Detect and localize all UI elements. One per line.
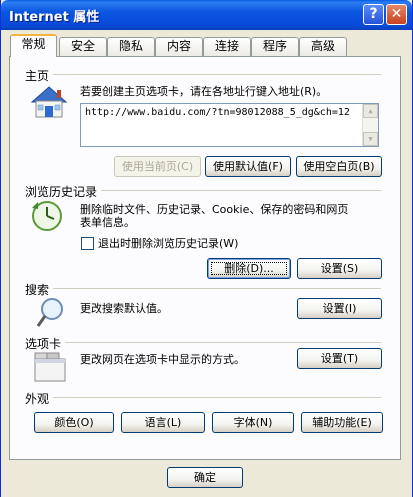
internet-properties-dialog: Internet 属性 ? ✕ 常规 安全 隐私 内容 连接 程序 高级 主页 … xyxy=(0,0,413,497)
dialog-button-bar: 确定 xyxy=(1,461,412,497)
home-page-url-input[interactable]: http://www.baidu.com/?tn=98012088_5_dg&c… xyxy=(80,103,379,147)
history-description-line2: 表单信息。 xyxy=(80,216,135,229)
close-button[interactable]: ✕ xyxy=(386,4,407,25)
search-settings-button[interactable]: 设置(I) xyxy=(297,298,382,319)
home-section-label: 主页 xyxy=(25,69,50,83)
use-current-button[interactable]: 使用当前页(C) xyxy=(114,156,201,177)
history-settings-button[interactable]: 设置(S) xyxy=(297,258,382,279)
use-blank-button[interactable]: 使用空白页(B) xyxy=(296,156,382,177)
tabbed-window-icon xyxy=(33,350,69,384)
tabs-description: 更改网页在选项卡中显示的方式。 xyxy=(80,353,245,366)
colors-button[interactable]: 颜色(O) xyxy=(34,412,114,433)
tab-connections[interactable]: 连接 xyxy=(203,37,251,56)
help-button[interactable]: ? xyxy=(363,4,384,25)
scroll-up-icon[interactable]: ▲ xyxy=(363,104,378,118)
url-scrollbar[interactable]: ▲ ▼ xyxy=(362,104,378,146)
tab-security[interactable]: 安全 xyxy=(59,37,107,56)
home-description: 若要创建主页选项卡，请在各地址行键入地址(R)。 xyxy=(80,85,328,98)
history-clock-icon xyxy=(29,198,69,234)
accessibility-button[interactable]: 辅助功能(E) xyxy=(301,412,383,433)
tabs-separator xyxy=(65,342,381,343)
appearance-section-label: 外观 xyxy=(25,392,50,406)
delete-history-button[interactable]: 删除(D)... xyxy=(207,258,291,279)
window-title: Internet 属性 xyxy=(9,10,100,25)
tab-privacy[interactable]: 隐私 xyxy=(107,37,155,56)
search-description: 更改搜索默认值。 xyxy=(80,302,168,315)
history-description-line1: 删除临时文件、历史记录、Cookie、保存的密码和网页 xyxy=(80,203,349,216)
scroll-down-icon[interactable]: ▼ xyxy=(363,132,378,146)
tabs-settings-button[interactable]: 设置(T) xyxy=(297,348,382,369)
use-default-button[interactable]: 使用默认值(F) xyxy=(205,156,291,177)
home-separator xyxy=(53,74,381,75)
ok-button[interactable]: 确定 xyxy=(167,467,243,488)
house-icon xyxy=(29,84,69,120)
delete-on-exit-label[interactable]: 退出时删除浏览历史记录(W) xyxy=(98,237,238,250)
tab-advanced[interactable]: 高级 xyxy=(299,37,347,56)
title-bar[interactable]: Internet 属性 ? ✕ xyxy=(1,0,412,30)
history-separator xyxy=(101,190,381,191)
fonts-button[interactable]: 字体(N) xyxy=(212,412,294,433)
search-separator xyxy=(53,288,381,289)
languages-button[interactable]: 语言(L) xyxy=(121,412,205,433)
tab-content[interactable]: 内容 xyxy=(155,37,203,56)
tab-general[interactable]: 常规 xyxy=(10,34,57,57)
delete-on-exit-checkbox[interactable] xyxy=(81,237,94,250)
tab-programs[interactable]: 程序 xyxy=(251,37,299,56)
home-page-url-value: http://www.baidu.com/?tn=98012088_5_dg&c… xyxy=(85,107,350,118)
appearance-separator xyxy=(53,397,381,398)
magnifier-icon xyxy=(35,296,67,330)
